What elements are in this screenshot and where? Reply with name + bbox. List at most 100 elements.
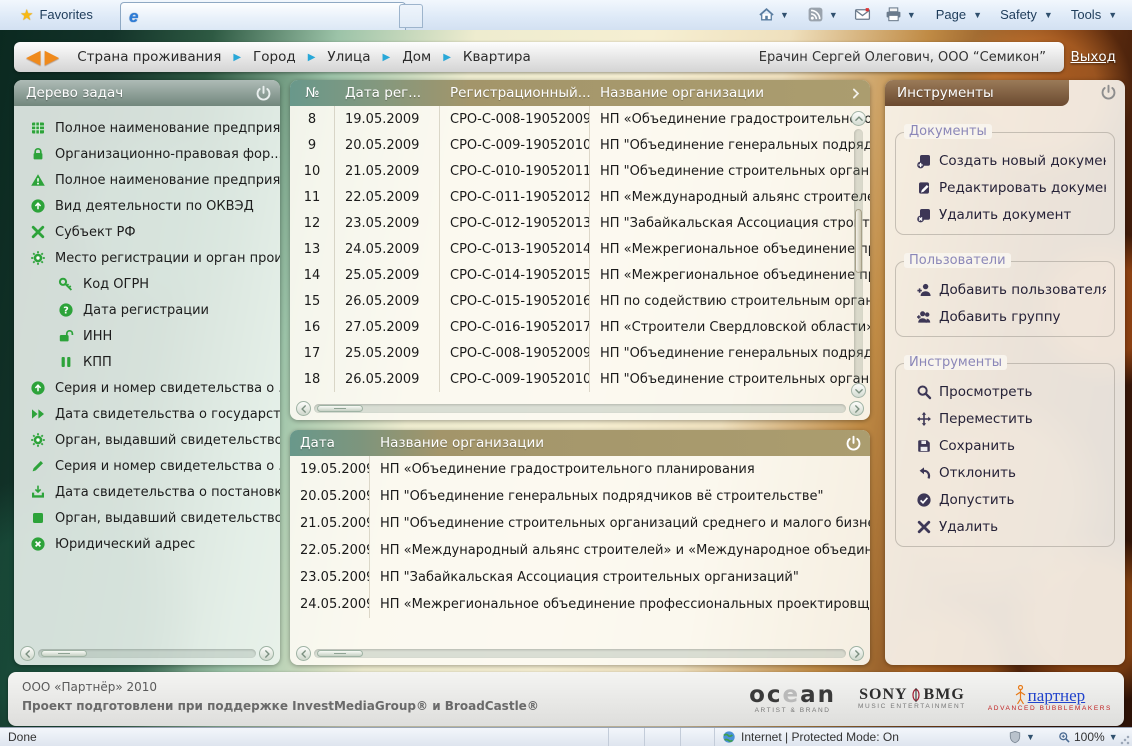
forward-button[interactable]: ▶ xyxy=(45,48,60,67)
table-row[interactable]: 9 20.05.2009 СРО-С-009-19052010 НП "Объе… xyxy=(290,132,870,158)
tree-item[interactable]: Орган, выдавший свидетельство... xyxy=(14,505,280,531)
page-menu-caret[interactable]: ▼ xyxy=(973,10,982,20)
table-row[interactable]: 12 23.05.2009 СРО-С-012-19052013 НП "Заб… xyxy=(290,210,870,236)
table-row[interactable]: 19.05.2009 НП «Объединение градостроител… xyxy=(290,456,870,483)
tool-item[interactable]: Переместить xyxy=(904,405,1106,432)
footer-logos: ocean ARTIST & BRAND SONY BMG MUSIC ENTE… xyxy=(749,672,1112,726)
scroll-right-button[interactable] xyxy=(259,646,274,661)
tool-item[interactable]: Удалить xyxy=(904,513,1106,540)
tool-item[interactable]: Допустить xyxy=(904,486,1106,513)
rss-icon[interactable] xyxy=(807,6,824,23)
printer-icon[interactable] xyxy=(885,6,902,23)
table-row[interactable]: 10 21.05.2009 СРО-С-010-19052011 НП "Объ… xyxy=(290,158,870,184)
breadcrumb-item[interactable]: ▶ Страна проживания xyxy=(77,49,221,65)
safety-menu[interactable]: Safety xyxy=(998,7,1039,22)
tool-item[interactable]: Создать новый документ xyxy=(904,147,1106,174)
breadcrumb-item[interactable]: ▶ Квартира xyxy=(431,49,531,65)
scroll-left-button[interactable] xyxy=(20,646,35,661)
home-icon[interactable] xyxy=(758,6,775,23)
rss-dropdown[interactable]: ▼ xyxy=(829,10,838,20)
table-row[interactable]: 22.05.2009 НП «Международный альянс стро… xyxy=(290,537,870,564)
scrollbar-thumb[interactable] xyxy=(855,209,862,273)
breadcrumb-item[interactable]: ▶ Город xyxy=(221,49,295,65)
tool-item[interactable]: Просмотреть xyxy=(904,378,1106,405)
tree-item[interactable]: ? Дата регистрации xyxy=(14,297,280,323)
scroll-down-button[interactable] xyxy=(851,383,866,398)
table-row[interactable]: 21.05.2009 НП "Объединение строительных … xyxy=(290,510,870,537)
table-row[interactable]: 15 26.05.2009 СРО-С-015-19052016 НП по с… xyxy=(290,288,870,314)
tree-item[interactable]: Код ОГРН xyxy=(14,271,280,297)
power-icon[interactable] xyxy=(1100,84,1117,101)
resize-grip[interactable] xyxy=(1120,735,1130,745)
printer-dropdown[interactable]: ▼ xyxy=(907,10,916,20)
table-row[interactable]: 16 27.05.2009 СРО-С-016-19052017 НП «Стр… xyxy=(290,314,870,340)
scrollbar-thumb[interactable] xyxy=(41,650,87,657)
tool-item[interactable]: Отклонить xyxy=(904,459,1106,486)
table-row[interactable]: 24.05.2009 НП «Межрегиональное объединен… xyxy=(290,591,870,618)
mail-icon[interactable] xyxy=(854,6,871,23)
tree-item[interactable]: Юридический адрес xyxy=(14,531,280,557)
col-reg-date[interactable]: Дата рег... xyxy=(335,85,440,101)
power-icon[interactable] xyxy=(255,85,272,102)
privacy-control[interactable]: ▼ xyxy=(1008,730,1035,744)
tree-item[interactable]: Серия и номер свидетельства о ... xyxy=(14,375,280,401)
table-row[interactable]: 14 25.05.2009 СРО-С-014-19052015 НП «Меж… xyxy=(290,262,870,288)
browser-tab[interactable]: e xyxy=(120,2,406,30)
zoom-dropdown[interactable]: ▼ xyxy=(1109,732,1118,742)
col-reg-number[interactable]: Регистрационный... xyxy=(440,85,590,101)
tool-item[interactable]: Сохранить xyxy=(904,432,1106,459)
tree-item[interactable]: Орган, выдавший свидетельство... xyxy=(14,427,280,453)
scrollbar-thumb[interactable] xyxy=(317,405,363,412)
page-menu[interactable]: Page xyxy=(934,7,968,22)
tree-item[interactable]: Серия и номер свидетельства о ... xyxy=(14,453,280,479)
scrollbar-track[interactable] xyxy=(314,649,846,658)
tree-item[interactable]: Организационно-правовая фор... xyxy=(14,141,280,167)
scrollbar-track[interactable] xyxy=(38,649,256,658)
tree-item[interactable]: ИНН xyxy=(14,323,280,349)
tree-item[interactable]: Дата свидетельства о государств... xyxy=(14,401,280,427)
tool-item[interactable]: Удалить документ xyxy=(904,201,1106,228)
table-row[interactable]: 11 22.05.2009 СРО-С-011-19052012 НП «Меж… xyxy=(290,184,870,210)
logout-link[interactable]: Выход xyxy=(1070,49,1116,65)
tool-item[interactable]: Добавить группу xyxy=(904,303,1106,330)
tool-item[interactable]: Добавить пользователя xyxy=(904,276,1106,303)
table-row[interactable]: 20.05.2009 НП "Объединение генеральных п… xyxy=(290,483,870,510)
tool-item[interactable]: Редактировать документ xyxy=(904,174,1106,201)
zoom-control[interactable]: 100% ▼ xyxy=(1058,730,1118,744)
tree-item[interactable]: Субъект РФ xyxy=(14,219,280,245)
col-org-name[interactable]: Название организации xyxy=(590,85,764,101)
col-number[interactable]: № xyxy=(290,85,335,101)
new-tab-button[interactable] xyxy=(399,4,423,28)
power-icon[interactable] xyxy=(845,435,862,452)
scroll-left-button[interactable] xyxy=(296,401,311,416)
tools-menu-caret[interactable]: ▼ xyxy=(1108,10,1117,20)
scrollbar-thumb[interactable] xyxy=(317,650,363,657)
table-row[interactable]: 18 26.05.2009 СРО-С-009-19052010 НП "Объ… xyxy=(290,366,870,392)
home-dropdown[interactable]: ▼ xyxy=(780,10,789,20)
tree-item[interactable]: Полное наименование предприя... xyxy=(14,115,280,141)
table-row[interactable]: 8 19.05.2009 СРО-С-008-19052009 НП «Объе… xyxy=(290,106,870,132)
scrollbar-track[interactable] xyxy=(854,129,863,380)
tools-menu[interactable]: Tools xyxy=(1069,7,1103,22)
col-org-name[interactable]: Название организации xyxy=(370,435,544,451)
tree-item[interactable]: Дата свидетельства о постановк... xyxy=(14,479,280,505)
scroll-right-button[interactable] xyxy=(849,646,864,661)
tree-item[interactable]: КПП xyxy=(14,349,280,375)
table-row[interactable]: 23.05.2009 НП "Забайкальская Ассоциация … xyxy=(290,564,870,591)
tree-item[interactable]: Место регистрации и орган прои... xyxy=(14,245,280,271)
scroll-left-button[interactable] xyxy=(296,646,311,661)
favorites-button[interactable]: ★ Favorites xyxy=(10,3,103,26)
scroll-up-button[interactable] xyxy=(851,111,866,126)
breadcrumb-item[interactable]: ▶ Дом xyxy=(370,49,431,65)
breadcrumb-item[interactable]: ▶ Улица xyxy=(296,49,371,65)
table-row[interactable]: 17 25.05.2009 СРО-С-008-19052009 НП "Объ… xyxy=(290,340,870,366)
tree-item[interactable]: Полное наименование предприя... xyxy=(14,167,280,193)
safety-menu-caret[interactable]: ▼ xyxy=(1044,10,1053,20)
back-button[interactable]: ◀ xyxy=(26,48,41,67)
scrollbar-track[interactable] xyxy=(314,404,846,413)
col-date[interactable]: Дата xyxy=(290,435,370,451)
table-row[interactable]: 13 24.05.2009 СРО-С-013-19052014 НП «Меж… xyxy=(290,236,870,262)
scroll-right-button[interactable] xyxy=(849,401,864,416)
collapse-icon[interactable] xyxy=(849,87,862,100)
tree-item[interactable]: Вид деятельности по ОКВЭД xyxy=(14,193,280,219)
